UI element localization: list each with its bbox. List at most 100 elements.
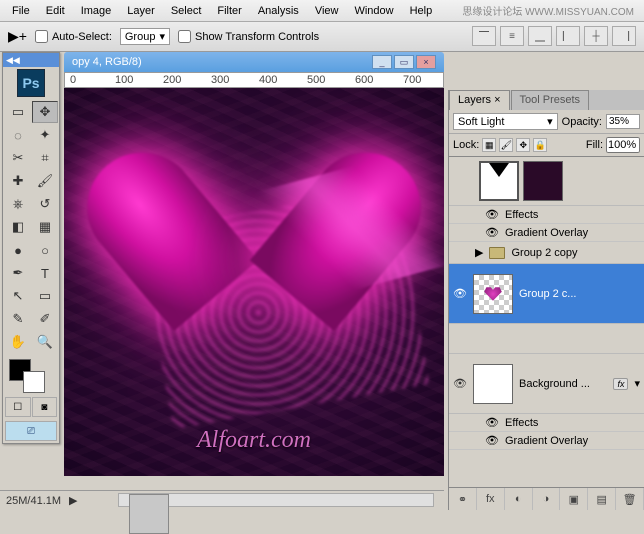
layer-thumbnail[interactable]: [473, 364, 513, 404]
zoom-tool-icon[interactable]: 🔍: [32, 331, 58, 353]
layer-mask-button[interactable]: ◐: [505, 488, 533, 510]
brush-tool-icon[interactable]: 🖌: [32, 170, 58, 192]
align-bottom-icon[interactable]: ⎽: [528, 26, 552, 46]
canvas[interactable]: Alfoart.com: [64, 88, 444, 476]
screen-mode-button[interactable]: ⎚: [5, 421, 57, 441]
scrollbar-thumb[interactable]: [129, 494, 169, 534]
horizontal-scrollbar[interactable]: [118, 493, 434, 507]
align-vcenter-icon[interactable]: ≡: [500, 26, 524, 46]
new-layer-button[interactable]: ▤: [588, 488, 616, 510]
move-tool-icon[interactable]: ✥: [32, 101, 58, 123]
layer-row-selected[interactable]: 👁 Group 2 c...: [449, 264, 644, 324]
eraser-tool-icon[interactable]: ◧: [5, 216, 31, 238]
layers-panel: Layers × Tool Presets Soft Light▾ Opacit…: [448, 90, 644, 510]
auto-select-checkbox[interactable]: Auto-Select:: [35, 30, 112, 43]
menu-filter[interactable]: Filter: [209, 2, 249, 20]
menu-analysis[interactable]: Analysis: [250, 2, 307, 20]
wand-tool-icon[interactable]: ✦: [32, 124, 58, 146]
group-row[interactable]: ▶Group 2 copy: [449, 242, 644, 264]
lock-all-icon[interactable]: 🔒: [533, 138, 547, 152]
visibility-icon[interactable]: 👁: [453, 287, 467, 300]
layer-row[interactable]: [449, 157, 644, 206]
new-group-button[interactable]: ▣: [560, 488, 588, 510]
menu-file[interactable]: File: [4, 2, 38, 20]
link-layers-button[interactable]: ⚭: [449, 488, 477, 510]
effect-gradient-overlay[interactable]: 👁Gradient Overlay: [449, 432, 644, 450]
lock-position-icon[interactable]: ✥: [516, 138, 530, 152]
tab-layers[interactable]: Layers ×: [449, 90, 510, 110]
opacity-input[interactable]: [606, 114, 640, 129]
align-buttons: ⎺ ≡ ⎽ ⎸ ┼ ⎹: [472, 26, 636, 46]
menu-help[interactable]: Help: [402, 2, 441, 20]
color-swatches[interactable]: [3, 355, 59, 395]
history-brush-icon[interactable]: ↺: [32, 193, 58, 215]
marquee-tool-icon[interactable]: ▭: [5, 101, 31, 123]
layer-row-background[interactable]: 👁 Background ... fx ▾: [449, 354, 644, 414]
tab-tool-presets[interactable]: Tool Presets: [511, 90, 590, 110]
align-right-icon[interactable]: ⎹: [612, 26, 636, 46]
expand-icon[interactable]: ▶: [475, 246, 483, 259]
effect-gradient-overlay[interactable]: 👁Gradient Overlay: [449, 224, 644, 242]
layer-thumbnail[interactable]: [473, 274, 513, 314]
toolbox-header[interactable]: ◀◀: [3, 53, 59, 67]
align-hcenter-icon[interactable]: ┼: [584, 26, 608, 46]
stamp-tool-icon[interactable]: ⎈: [5, 193, 31, 215]
menu-window[interactable]: Window: [346, 2, 401, 20]
align-left-icon[interactable]: ⎸: [556, 26, 580, 46]
lock-label: Lock:: [453, 139, 479, 151]
effects-row[interactable]: 👁Effects: [449, 206, 644, 224]
minimize-button[interactable]: _: [372, 55, 392, 69]
layer-name[interactable]: Background ...: [519, 378, 590, 390]
slice-tool-icon[interactable]: ⌗: [32, 147, 58, 169]
shape-tool-icon[interactable]: ▭: [32, 285, 58, 307]
visibility-icon[interactable]: 👁: [485, 226, 499, 239]
visibility-icon[interactable]: 👁: [485, 208, 499, 221]
menu-edit[interactable]: Edit: [38, 2, 73, 20]
chevron-down-icon[interactable]: ▾: [634, 377, 640, 390]
auto-select-dropdown[interactable]: Group▾: [120, 28, 170, 45]
eyedropper-tool-icon[interactable]: ✐: [32, 308, 58, 330]
layer-name[interactable]: Group 2 c...: [519, 288, 576, 300]
menu-layer[interactable]: Layer: [119, 2, 163, 20]
gradient-tool-icon[interactable]: ▦: [32, 216, 58, 238]
menu-image[interactable]: Image: [73, 2, 120, 20]
hand-tool-icon[interactable]: ✋: [5, 331, 31, 353]
fill-input[interactable]: [606, 137, 640, 153]
document-title: opy 4, RGB/8): [72, 56, 142, 68]
collapse-icon: ◀◀: [6, 55, 20, 66]
crop-tool-icon[interactable]: ✂: [5, 147, 31, 169]
visibility-icon[interactable]: 👁: [453, 377, 467, 390]
heal-tool-icon[interactable]: ✚: [5, 170, 31, 192]
align-top-icon[interactable]: ⎺: [472, 26, 496, 46]
path-tool-icon[interactable]: ↖: [5, 285, 31, 307]
blend-mode-dropdown[interactable]: Soft Light▾: [453, 113, 558, 130]
chevron-right-icon[interactable]: ▶: [69, 494, 77, 507]
effects-row[interactable]: 👁Effects: [449, 414, 644, 432]
transform-checkbox[interactable]: Show Transform Controls: [178, 30, 319, 43]
blur-tool-icon[interactable]: ●: [5, 239, 31, 261]
type-tool-icon[interactable]: T: [32, 262, 58, 284]
doc-size-status: 25M/41.1M: [6, 495, 61, 507]
close-button[interactable]: ×: [416, 55, 436, 69]
fx-badge[interactable]: fx: [613, 378, 628, 390]
adjustment-layer-button[interactable]: ◑: [533, 488, 561, 510]
notes-tool-icon[interactable]: ✎: [5, 308, 31, 330]
move-tool-icon[interactable]: ▶+: [8, 28, 27, 45]
menu-select[interactable]: Select: [163, 2, 210, 20]
background-color[interactable]: [23, 371, 45, 393]
quickmask-mode-button[interactable]: ◙: [32, 397, 58, 417]
lasso-tool-icon[interactable]: ◌: [5, 124, 31, 146]
dodge-tool-icon[interactable]: ○: [32, 239, 58, 261]
lock-paint-icon[interactable]: 🖌: [499, 138, 513, 152]
layer-thumbnail[interactable]: [479, 161, 519, 201]
pen-tool-icon[interactable]: ✒: [5, 262, 31, 284]
layer-style-button[interactable]: fx: [477, 488, 505, 510]
menu-view[interactable]: View: [307, 2, 347, 20]
delete-layer-button[interactable]: 🗑: [616, 488, 644, 510]
visibility-icon[interactable]: 👁: [485, 416, 499, 429]
visibility-icon[interactable]: 👁: [485, 434, 499, 447]
mask-thumbnail[interactable]: [523, 161, 563, 201]
lock-transparency-icon[interactable]: ▦: [482, 138, 496, 152]
maximize-button[interactable]: ▭: [394, 55, 414, 69]
standard-mode-button[interactable]: ☐: [5, 397, 31, 417]
